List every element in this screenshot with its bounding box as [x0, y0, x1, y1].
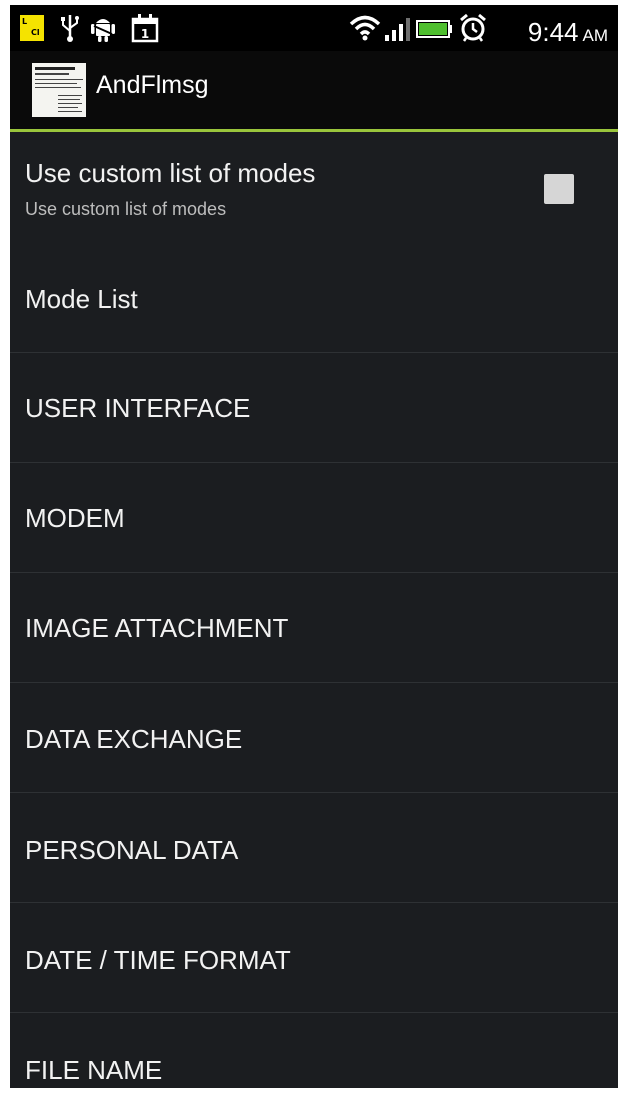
app-logo-icon[interactable]	[32, 63, 86, 117]
app-title: AndFlmsg	[96, 71, 209, 99]
custom-modes-summary: Use custom list of modes	[25, 199, 227, 219]
notification-app-icon: L Cl	[20, 15, 44, 41]
pref-item-label: FILE NAME	[25, 1055, 163, 1085]
pref-item-modem[interactable]: MODEM	[10, 463, 618, 573]
pref-item-label: MODEM	[25, 503, 125, 533]
pref-item-date-time-format[interactable]: DATE / TIME FORMAT	[10, 903, 618, 1013]
pref-item-mode-list[interactable]: Mode List	[10, 234, 618, 353]
pref-item-image-attachment[interactable]: IMAGE ATTACHMENT	[10, 573, 618, 683]
pref-item-file-name[interactable]: FILE NAME	[10, 1013, 618, 1088]
usb-icon	[61, 15, 79, 42]
alarm-icon	[460, 13, 486, 42]
android-debug-icon	[91, 19, 115, 42]
status-bar-system: 9:44 AM	[348, 11, 608, 48]
status-clock: 9:44 AM	[528, 17, 608, 48]
calendar-icon: 1	[131, 14, 159, 43]
status-bar: L Cl 1 9:44 AM	[10, 5, 618, 51]
wifi-icon	[349, 15, 381, 41]
pref-item-personal-data[interactable]: PERSONAL DATA	[10, 793, 618, 903]
pref-item-label: IMAGE ATTACHMENT	[25, 613, 289, 643]
clock-time: 9:44	[527, 17, 579, 47]
signal-icon	[385, 18, 410, 41]
clock-ampm: AM	[582, 26, 609, 45]
pref-item-label: PERSONAL DATA	[25, 835, 239, 865]
action-bar: AndFlmsg	[10, 51, 618, 129]
pref-item-label: USER INTERFACE	[25, 393, 251, 423]
custom-modes-title: Use custom list of modes	[25, 158, 316, 188]
pref-item-label: DATE / TIME FORMAT	[25, 945, 291, 975]
calendar-day-label: 1	[141, 27, 149, 41]
battery-icon	[416, 20, 452, 38]
phone-screen: L Cl 1 9:44 AM AndFlmsg Use custom list …	[10, 5, 618, 1088]
pref-item-data-exchange[interactable]: DATA EXCHANGE	[10, 683, 618, 793]
custom-modes-preference[interactable]: Use custom list of modes Use custom list…	[10, 132, 618, 234]
custom-modes-checkbox[interactable]	[544, 174, 574, 204]
pref-item-label: Mode List	[25, 284, 138, 314]
pref-item-label: DATA EXCHANGE	[25, 724, 243, 754]
pref-item-user-interface[interactable]: USER INTERFACE	[10, 353, 618, 463]
